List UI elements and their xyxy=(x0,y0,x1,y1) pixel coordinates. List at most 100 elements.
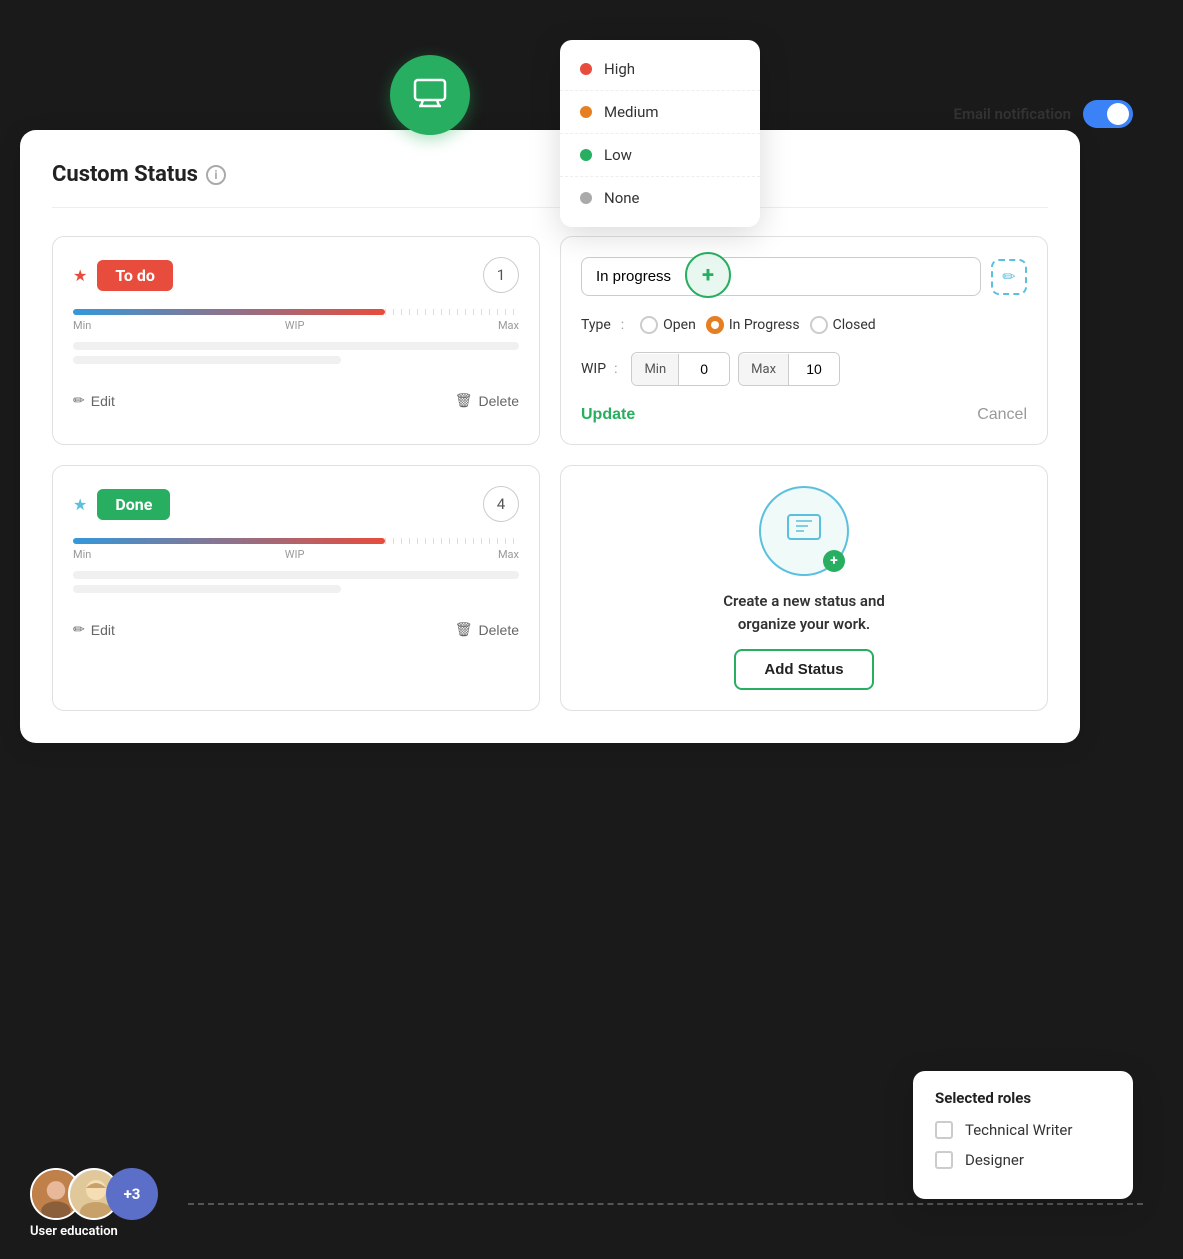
brush-icon: ✏ xyxy=(1002,267,1015,286)
add-status-svg xyxy=(780,507,828,555)
done-actions: ✏ Edit 🗑 Delete xyxy=(73,609,519,638)
pencil-icon-done: ✏ xyxy=(73,621,85,638)
type-inprogress-radio[interactable] xyxy=(706,316,724,334)
edit-form-actions: Update Cancel xyxy=(581,406,1027,424)
page-title-text: Custom Status xyxy=(52,162,198,187)
priority-none-label: None xyxy=(604,189,640,207)
todo-badge: To do xyxy=(97,260,173,291)
pencil-icon: ✏ xyxy=(73,392,85,409)
status-card-todo-header: ★ To do 1 xyxy=(73,257,519,293)
wip-min-group: Min xyxy=(631,352,730,386)
priority-item-medium[interactable]: Medium xyxy=(560,91,760,134)
type-closed-radio[interactable] xyxy=(810,316,828,334)
todo-wip-fill xyxy=(73,309,385,315)
update-button[interactable]: Update xyxy=(581,406,635,424)
email-notification-toggle[interactable] xyxy=(1083,100,1133,128)
done-wip-track: Min WIP Max xyxy=(73,538,519,561)
add-fab-button[interactable] xyxy=(390,55,470,135)
email-notification-row: Email notification xyxy=(953,100,1133,128)
done-wip-labels: Min WIP Max xyxy=(73,548,519,561)
wip-min-label: Min xyxy=(632,354,679,385)
priority-item-none[interactable]: None xyxy=(560,177,760,219)
type-open-radio[interactable] xyxy=(640,316,658,334)
type-closed-label[interactable]: Closed xyxy=(810,316,876,334)
cancel-button[interactable]: Cancel xyxy=(977,406,1027,424)
edit-form-card: ✏ Type : Open In Progress Closed xyxy=(560,236,1048,445)
header-row: Custom Status i xyxy=(52,162,1048,208)
todo-count: 1 xyxy=(483,257,519,293)
monitor-icon xyxy=(410,73,450,117)
role-label-designer: Designer xyxy=(965,1151,1024,1169)
plus-icon: + xyxy=(702,263,714,288)
edit-input-row: ✏ xyxy=(581,257,1027,296)
edit-icon-button[interactable]: ✏ xyxy=(991,259,1027,295)
wip-max-input[interactable] xyxy=(789,353,839,385)
trash-icon: 🗑 xyxy=(455,392,473,409)
done-wip-bar xyxy=(73,538,519,544)
wip-label: WIP xyxy=(581,361,606,377)
status-card-done: ★ Done 4 Min WIP Max ✏ Ed xyxy=(52,465,540,711)
type-inprogress-label[interactable]: In Progress xyxy=(706,316,800,334)
add-status-icon: + xyxy=(759,486,849,576)
role-checkbox-designer[interactable] xyxy=(935,1151,953,1169)
info-icon[interactable]: i xyxy=(206,165,226,185)
done-delete-button[interactable]: 🗑 Delete xyxy=(455,621,519,638)
wip-max-label: Max xyxy=(739,354,789,385)
role-label-technical-writer: Technical Writer xyxy=(965,1121,1072,1139)
type-colon: : xyxy=(621,317,624,333)
done-wip-fill xyxy=(73,538,385,544)
done-count: 4 xyxy=(483,486,519,522)
todo-wip-labels: Min WIP Max xyxy=(73,319,519,332)
medium-dot xyxy=(580,106,592,118)
todo-edit-button[interactable]: ✏ Edit xyxy=(73,392,115,409)
status-card-todo: ★ To do 1 Min WIP Max ✏ E xyxy=(52,236,540,445)
type-row: Type : Open In Progress Closed xyxy=(581,316,1027,334)
role-item-designer[interactable]: Designer xyxy=(935,1151,1111,1169)
done-line1 xyxy=(73,571,519,579)
todo-actions: ✏ Edit 🗑 Delete xyxy=(73,380,519,409)
wip-colon: : xyxy=(614,361,617,377)
page-title: Custom Status i xyxy=(52,162,226,187)
priority-dropdown[interactable]: High Medium Low None xyxy=(560,40,760,227)
wip-min-input[interactable] xyxy=(679,353,729,385)
status-name-input[interactable] xyxy=(581,257,981,296)
done-line2 xyxy=(73,585,341,593)
email-notification-label: Email notification xyxy=(953,105,1071,123)
add-status-plus-circle[interactable]: + xyxy=(685,252,731,298)
cards-grid: ★ To do 1 Min WIP Max ✏ E xyxy=(52,236,1048,711)
roles-dropdown: Selected roles Technical Writer Designer xyxy=(913,1071,1133,1199)
low-dot xyxy=(580,149,592,161)
wip-inputs-row: WIP : Min Max xyxy=(581,352,1027,386)
user-education-label: User education xyxy=(30,1224,118,1239)
star-icon-todo[interactable]: ★ xyxy=(73,266,87,285)
priority-low-label: Low xyxy=(604,146,632,164)
avatar-more[interactable]: +3 xyxy=(106,1168,158,1220)
type-label: Type xyxy=(581,317,611,333)
wip-max-group: Max xyxy=(738,352,840,386)
todo-wip-track: Min WIP Max xyxy=(73,309,519,332)
add-status-card: + Create a new status andorganize your w… xyxy=(560,465,1048,711)
add-status-button[interactable]: Add Status xyxy=(734,649,873,690)
status-card-done-header: ★ Done 4 xyxy=(73,486,519,522)
dashed-connector xyxy=(188,1203,1143,1205)
role-item-technical-writer[interactable]: Technical Writer xyxy=(935,1121,1111,1139)
none-dot xyxy=(580,192,592,204)
add-status-plus-badge: + xyxy=(823,550,845,572)
priority-high-label: High xyxy=(604,60,635,78)
priority-item-high[interactable]: High xyxy=(560,48,760,91)
type-open-label[interactable]: Open xyxy=(640,316,696,334)
priority-item-low[interactable]: Low xyxy=(560,134,760,177)
priority-medium-label: Medium xyxy=(604,103,659,121)
trash-icon-done: 🗑 xyxy=(455,621,473,638)
roles-title: Selected roles xyxy=(935,1089,1111,1107)
todo-delete-button[interactable]: 🗑 Delete xyxy=(455,392,519,409)
high-dot xyxy=(580,63,592,75)
avatars-row: +3 xyxy=(30,1168,158,1220)
todo-line1 xyxy=(73,342,519,350)
star-icon-done[interactable]: ★ xyxy=(73,495,87,514)
role-checkbox-technical-writer[interactable] xyxy=(935,1121,953,1139)
todo-line2 xyxy=(73,356,341,364)
done-badge: Done xyxy=(97,489,170,520)
done-edit-button[interactable]: ✏ Edit xyxy=(73,621,115,638)
add-status-description: Create a new status andorganize your wor… xyxy=(723,590,885,635)
